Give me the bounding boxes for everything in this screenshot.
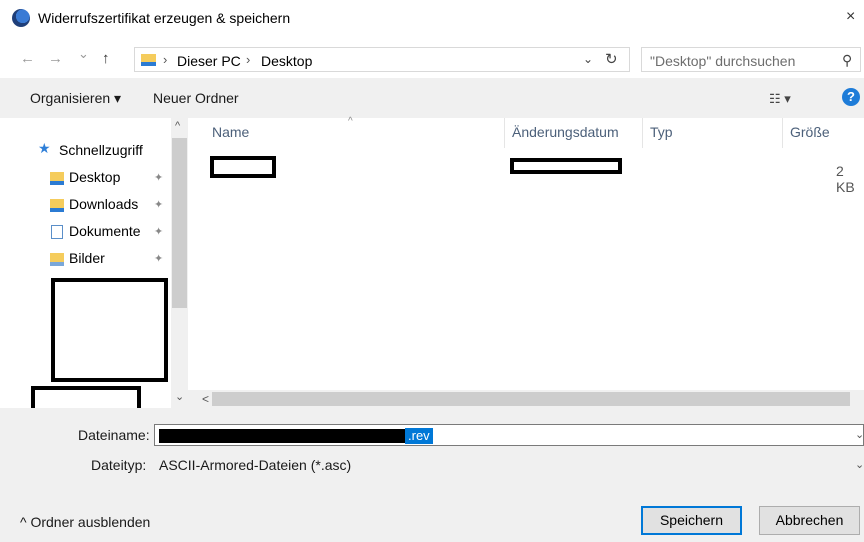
scroll-left-icon[interactable]: < [202,392,209,406]
refresh-icon[interactable]: ↻ [605,50,618,68]
redacted-file-date [510,158,622,174]
back-icon[interactable]: ← [20,50,35,67]
view-options-icon[interactable]: ☷ ▾ [769,91,791,107]
title-bar: Widerrufszertifikat erzeugen & speichern… [0,0,864,40]
column-header-type[interactable]: Typ [650,124,673,140]
address-bar[interactable]: › Dieser PC › Desktop ⌄ ↻ [134,47,630,72]
breadcrumb-desktop[interactable]: Desktop [261,53,312,69]
star-icon: ★ [38,140,51,156]
navigation-pane: Schnellzugriff ★ Desktop ✦ Downloads ✦ D… [12,118,172,414]
breadcrumb-this-pc[interactable]: Dieser PC [177,53,241,69]
up-icon[interactable]: ↑ [102,50,110,67]
filename-field[interactable]: .rev ⌄ [154,424,864,446]
forward-icon[interactable]: → [48,50,63,67]
pin-icon: ✦ [154,226,164,238]
pin-icon: ✦ [154,199,164,211]
new-folder-button[interactable]: Neuer Ordner [153,90,239,106]
downloads-folder-icon [50,199,64,212]
documents-icon [51,225,63,239]
pictures-folder-icon [50,253,64,266]
save-button[interactable]: Speichern [641,506,742,535]
scroll-up-icon[interactable]: ^ [175,120,180,132]
file-list: Name ^ Änderungsdatum Typ Größe 2 KB [188,116,864,390]
filetype-label: Dateityp: [91,457,147,473]
column-header-name[interactable]: Name [212,124,249,140]
redacted-filename [159,429,405,443]
redacted-file-name [210,156,276,178]
hide-folders-toggle[interactable]: ^ Ordner ausblenden [20,514,150,530]
sidebar-item-desktop[interactable]: Desktop [69,169,120,185]
column-divider[interactable] [782,118,783,148]
filename-label: Dateiname: [78,427,150,443]
cancel-button[interactable]: Abbrechen [759,506,860,535]
recent-locations-icon[interactable]: ⌄ [78,46,89,62]
breadcrumb-separator: › [163,52,168,67]
navigation-bar: ← → ⌄ ↑ › Dieser PC › Desktop ⌄ ↻ "Deskt… [0,42,864,76]
sidebar-item-downloads[interactable]: Downloads [69,196,138,212]
horizontal-scrollbar[interactable]: < [188,390,864,408]
column-divider[interactable] [642,118,643,148]
column-divider[interactable] [504,118,505,148]
search-box[interactable]: "Desktop" durchsuchen ⚲ [641,47,861,72]
scrollbar-thumb[interactable] [212,392,850,406]
organize-button[interactable]: Organisieren ▾ [30,90,121,107]
chevron-down-icon[interactable]: ⌄ [855,458,864,471]
search-input[interactable]: "Desktop" durchsuchen [650,53,795,69]
sidebar-item-pictures[interactable]: Bilder [69,250,105,266]
filetype-select[interactable]: ASCII-Armored-Dateien (*.asc) ⌄ [154,454,864,476]
breadcrumb-separator: › [246,52,251,67]
thunderbird-icon [12,9,30,27]
folder-icon [141,54,156,66]
help-icon[interactable]: ? [842,88,860,106]
chevron-down-icon[interactable]: ⌄ [583,52,593,66]
desktop-folder-icon [50,172,64,185]
window-title: Widerrufszertifikat erzeugen & speichern [38,10,291,26]
filename-selected-text: .rev [405,428,433,444]
sidebar-item-documents[interactable]: Dokumente [69,223,141,239]
column-header-size[interactable]: Größe [790,124,830,140]
sidebar-item-quick-access[interactable]: Schnellzugriff [59,142,143,158]
scrollbar-thumb[interactable] [172,138,187,308]
pin-icon: ✦ [154,172,164,184]
column-header-date[interactable]: Änderungsdatum [512,124,619,140]
filetype-value: ASCII-Armored-Dateien (*.asc) [159,457,352,473]
search-icon[interactable]: ⚲ [842,52,852,69]
command-bar: Organisieren ▾ Neuer Ordner ☷ ▾ ? [0,78,864,118]
scroll-down-icon[interactable]: ⌄ [175,390,184,403]
sidebar-scrollbar[interactable]: ^ ⌄ [171,118,188,408]
sort-ascending-icon: ^ [348,116,353,127]
redacted-area [51,278,168,382]
file-size: 2 KB [836,163,855,195]
chevron-down-icon[interactable]: ⌄ [855,428,864,441]
pin-icon: ✦ [154,253,164,265]
save-panel: Dateiname: .rev ⌄ Dateityp: ASCII-Armore… [0,408,864,542]
close-icon[interactable]: × [846,8,855,26]
